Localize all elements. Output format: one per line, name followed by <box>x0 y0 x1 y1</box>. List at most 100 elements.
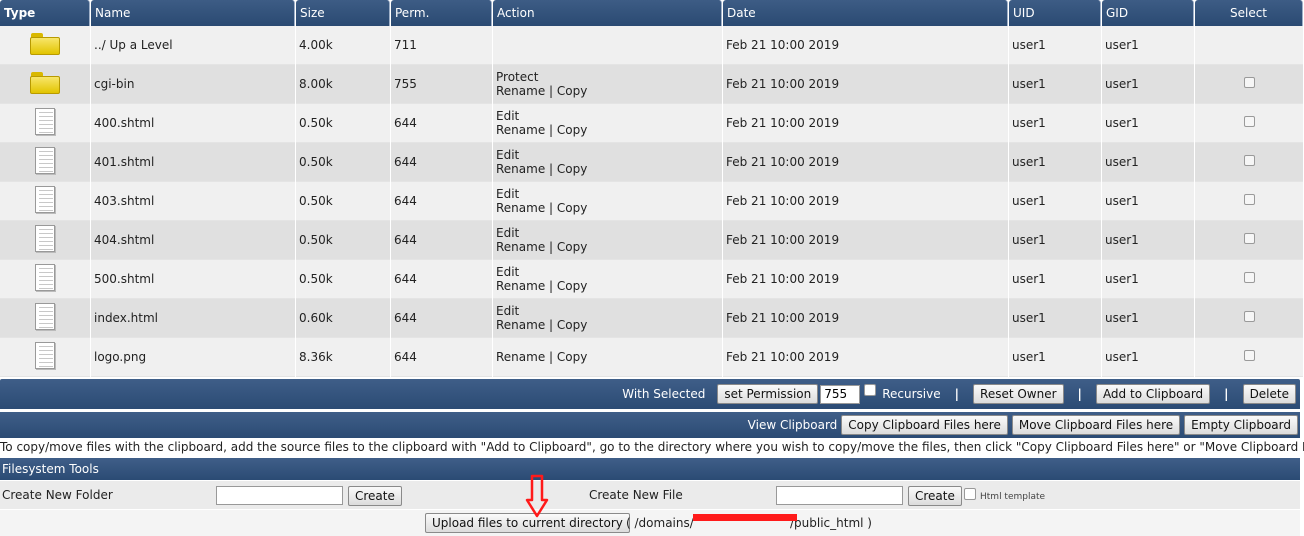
select-cell <box>1195 221 1303 260</box>
type-cell <box>0 104 90 143</box>
action-rename-copy-links[interactable]: Rename | Copy <box>496 318 719 332</box>
select-checkbox[interactable] <box>1243 194 1255 205</box>
new-folder-input[interactable] <box>216 486 343 505</box>
col-type[interactable]: Type <box>0 0 90 26</box>
action-rename-copy-links[interactable]: Rename | Copy <box>496 162 719 176</box>
col-name[interactable]: Name <box>91 0 295 26</box>
filesystem-tools-header: Filesystem Tools <box>0 458 1300 480</box>
file-icon[interactable] <box>35 264 55 291</box>
file-icon[interactable] <box>35 342 55 369</box>
with-selected-label: With Selected <box>622 387 706 401</box>
name-cell[interactable]: index.html <box>91 299 295 338</box>
action-primary-link[interactable]: Edit <box>496 304 719 318</box>
select-checkbox[interactable] <box>1243 311 1255 322</box>
size-cell: 8.00k <box>296 65 390 104</box>
recursive-checkbox[interactable] <box>864 384 877 396</box>
create-folder-button[interactable]: Create <box>348 486 402 506</box>
action-rename-copy-links[interactable]: Rename | Copy <box>496 123 719 137</box>
empty-clipboard-button[interactable]: Empty Clipboard <box>1184 415 1298 435</box>
create-file-label: Create New File <box>589 488 683 502</box>
col-uid[interactable]: UID <box>1009 0 1101 26</box>
name-cell[interactable]: 401.shtml <box>91 143 295 182</box>
table-row[interactable]: 401.shtml 0.50k 644 Edit Rename | Copy Feb 21… <box>0 143 1303 182</box>
action-primary-link[interactable]: Edit <box>496 148 719 162</box>
action-primary-link[interactable]: Edit <box>496 187 719 201</box>
name-cell[interactable]: 400.shtml <box>91 104 295 143</box>
add-to-clipboard-button[interactable]: Add to Clipboard <box>1095 384 1211 404</box>
gid-cell: user1 <box>1102 182 1194 221</box>
select-checkbox[interactable] <box>1243 155 1255 166</box>
col-perm[interactable]: Perm. <box>391 0 492 26</box>
file-icon[interactable] <box>35 108 55 135</box>
perm-cell[interactable]: 755 <box>391 65 492 104</box>
set-permission-button[interactable]: set Permission <box>717 384 819 404</box>
folder-icon[interactable] <box>30 32 60 55</box>
action-primary-link[interactable]: Edit <box>496 109 719 123</box>
type-cell <box>0 299 90 338</box>
table-row[interactable]: logo.png 8.36k 644 Rename | Copy Feb 21 10:0… <box>0 338 1303 377</box>
col-size[interactable]: Size <box>296 0 390 26</box>
table-row[interactable]: 500.shtml 0.50k 644 Edit Rename | Copy Feb 21… <box>0 260 1303 299</box>
type-cell <box>0 182 90 221</box>
separator: | <box>1224 387 1229 401</box>
col-action: Action <box>493 0 722 26</box>
name-cell[interactable]: 403.shtml <box>91 182 295 221</box>
perm-cell[interactable]: 644 <box>391 299 492 338</box>
uid-cell: user1 <box>1009 182 1101 221</box>
select-checkbox[interactable] <box>1243 233 1255 244</box>
table-row[interactable]: 400.shtml 0.50k 644 Edit Rename | Copy Feb 21… <box>0 104 1303 143</box>
action-rename-copy-links[interactable]: Rename | Copy <box>496 201 719 215</box>
copy-clipboard-here-button[interactable]: Copy Clipboard Files here <box>841 415 1008 435</box>
date-cell: Feb 21 10:00 2019 <box>723 65 1008 104</box>
action-primary-link[interactable]: Edit <box>496 265 719 279</box>
folder-icon[interactable] <box>30 71 60 94</box>
select-checkbox[interactable] <box>1243 350 1255 361</box>
move-clipboard-here-button[interactable]: Move Clipboard Files here <box>1011 415 1181 435</box>
view-clipboard-link[interactable]: View Clipboard <box>748 418 838 432</box>
col-gid[interactable]: GID <box>1102 0 1194 26</box>
action-rename-copy-links[interactable]: Rename | Copy <box>496 240 719 254</box>
action-rename-copy-links[interactable]: Rename | Copy <box>496 350 719 364</box>
size-cell: 0.50k <box>296 260 390 299</box>
file-icon[interactable] <box>35 186 55 213</box>
perm-cell[interactable]: 644 <box>391 338 492 377</box>
create-file-button[interactable]: Create <box>908 486 962 506</box>
perm-cell[interactable]: 644 <box>391 143 492 182</box>
action-primary-link[interactable]: Edit <box>496 226 719 240</box>
table-row[interactable]: ../ Up a Level 4.00k 711 Feb 21 10:00 2019 u… <box>0 26 1303 65</box>
select-checkbox[interactable] <box>1243 77 1255 88</box>
select-checkbox[interactable] <box>1243 116 1255 127</box>
select-checkbox[interactable] <box>1243 272 1255 283</box>
file-icon[interactable] <box>35 225 55 252</box>
name-cell[interactable]: 404.shtml <box>91 221 295 260</box>
name-cell[interactable]: 500.shtml <box>91 260 295 299</box>
name-cell[interactable]: logo.png <box>91 338 295 377</box>
col-date[interactable]: Date <box>723 0 1008 26</box>
perm-cell[interactable]: 711 <box>391 26 492 65</box>
size-cell: 8.36k <box>296 338 390 377</box>
file-icon[interactable] <box>35 147 55 174</box>
perm-cell[interactable]: 644 <box>391 260 492 299</box>
date-cell: Feb 21 10:00 2019 <box>723 104 1008 143</box>
table-row[interactable]: 404.shtml 0.50k 644 Edit Rename | Copy Feb 21… <box>0 221 1303 260</box>
perm-cell[interactable]: 644 <box>391 104 492 143</box>
action-rename-copy-links[interactable]: Rename | Copy <box>496 279 719 293</box>
action-rename-copy-links[interactable]: Rename | Copy <box>496 84 719 98</box>
new-file-input[interactable] <box>776 486 903 505</box>
table-row[interactable]: 403.shtml 0.50k 644 Edit Rename | Copy Feb 21… <box>0 182 1303 221</box>
uid-cell: user1 <box>1009 26 1101 65</box>
perm-cell[interactable]: 644 <box>391 182 492 221</box>
table-row[interactable]: index.html 0.60k 644 Edit Rename | Copy Feb 2… <box>0 299 1303 338</box>
name-cell[interactable]: ../ Up a Level <box>91 26 295 65</box>
perm-cell[interactable]: 644 <box>391 221 492 260</box>
type-cell <box>0 221 90 260</box>
delete-button[interactable]: Delete <box>1242 384 1296 404</box>
action-primary-link[interactable]: Protect <box>496 70 719 84</box>
name-cell[interactable]: cgi-bin <box>91 65 295 104</box>
table-row[interactable]: cgi-bin 8.00k 755 Protect Rename | Copy Feb 2… <box>0 65 1303 104</box>
reset-owner-button[interactable]: Reset Owner <box>973 384 1064 404</box>
permission-input[interactable] <box>820 384 861 404</box>
file-icon[interactable] <box>35 303 55 330</box>
html-template-checkbox[interactable] <box>964 488 976 500</box>
size-cell: 0.50k <box>296 143 390 182</box>
